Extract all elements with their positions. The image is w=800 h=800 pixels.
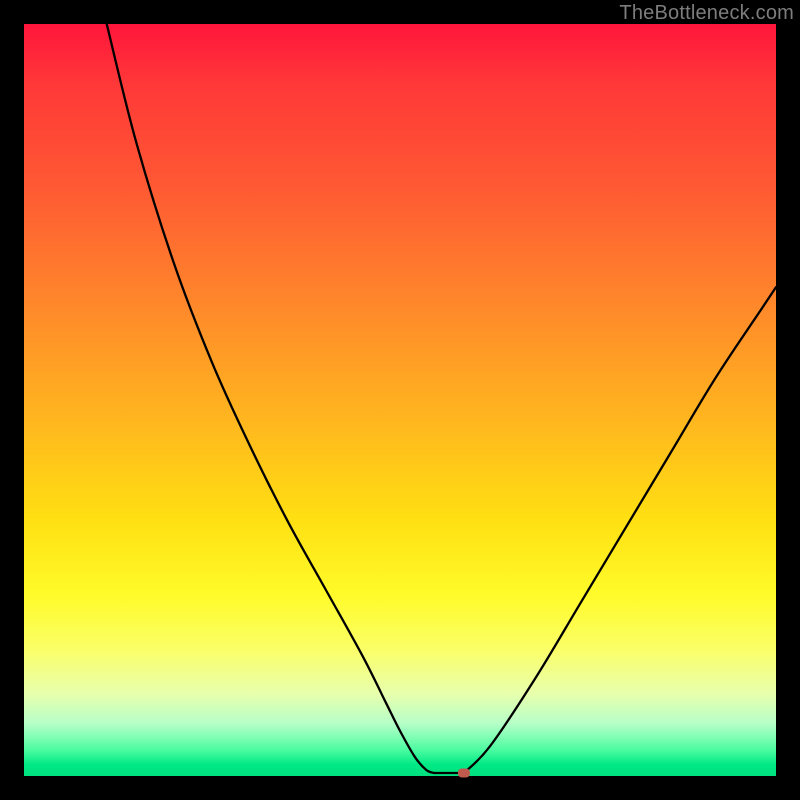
- bottleneck-curve: [24, 24, 776, 776]
- curve-left-branch: [107, 24, 434, 773]
- minimum-marker: [458, 768, 470, 777]
- watermark-label: TheBottleneck.com: [619, 2, 794, 25]
- curve-right-branch: [464, 287, 776, 773]
- plot-area: [24, 24, 776, 776]
- chart-frame: TheBottleneck.com: [0, 0, 800, 800]
